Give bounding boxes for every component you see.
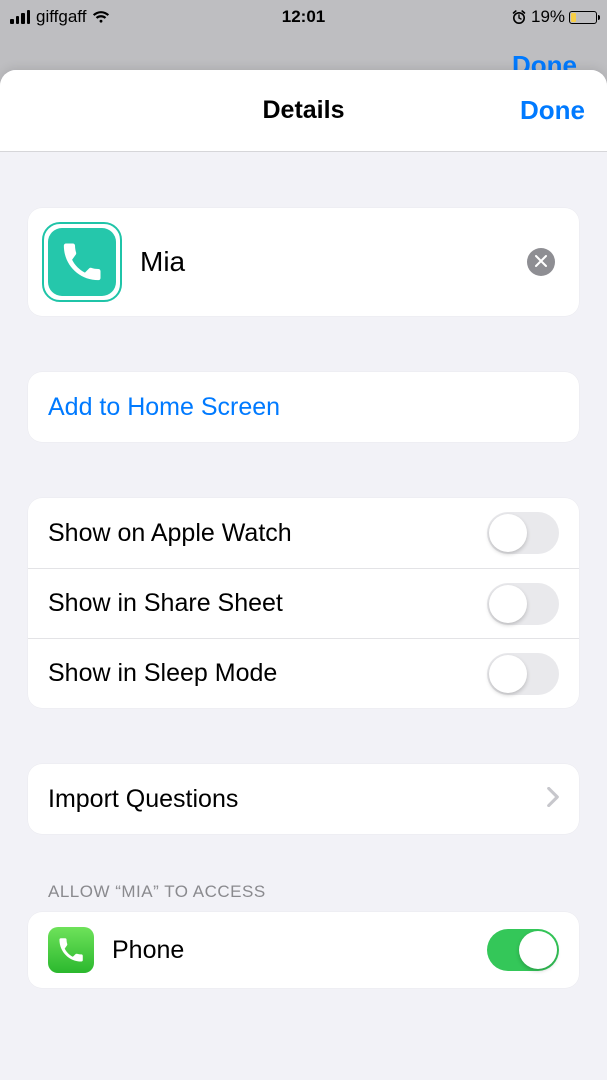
- clock-label: 12:01: [206, 7, 402, 27]
- import-questions-group: Import Questions: [28, 764, 579, 834]
- phone-icon: [48, 228, 116, 296]
- import-questions-button[interactable]: Import Questions: [28, 764, 579, 834]
- add-to-home-label: Add to Home Screen: [48, 393, 559, 422]
- apple-watch-row: Show on Apple Watch: [28, 498, 579, 568]
- wifi-icon: [92, 10, 110, 24]
- access-section-header: ALLOW “MIA” TO ACCESS: [28, 882, 579, 912]
- carrier-label: giffgaff: [36, 7, 86, 27]
- access-group: Phone: [28, 912, 579, 988]
- page-title: Details: [263, 96, 345, 125]
- visibility-toggle-group: Show on Apple Watch Show in Share Sheet …: [28, 498, 579, 708]
- share-sheet-toggle[interactable]: [487, 583, 559, 625]
- details-sheet: Details Done: [0, 70, 607, 1080]
- add-home-group: Add to Home Screen: [28, 372, 579, 442]
- sleep-mode-row: Show in Sleep Mode: [28, 638, 579, 708]
- sleep-mode-toggle[interactable]: [487, 653, 559, 695]
- share-sheet-row: Show in Share Sheet: [28, 568, 579, 638]
- shortcut-name-input[interactable]: [140, 246, 527, 278]
- phone-access-label: Phone: [112, 936, 487, 965]
- cellular-signal-icon: [10, 10, 30, 24]
- status-bar: giffgaff 12:01 19%: [0, 0, 607, 30]
- chevron-right-icon: [547, 787, 559, 812]
- apple-watch-label: Show on Apple Watch: [48, 519, 487, 548]
- shortcut-name-group: [28, 208, 579, 316]
- done-button[interactable]: Done: [520, 95, 585, 126]
- battery-percent-label: 19%: [531, 7, 565, 27]
- phone-access-toggle[interactable]: [487, 929, 559, 971]
- clear-text-button[interactable]: [527, 248, 555, 276]
- close-icon: [535, 255, 547, 270]
- import-questions-label: Import Questions: [48, 785, 547, 814]
- share-sheet-label: Show in Share Sheet: [48, 589, 487, 618]
- shortcut-name-cell: [28, 208, 579, 316]
- alarm-icon: [511, 9, 527, 25]
- nav-bar: Details Done: [0, 70, 607, 152]
- add-to-home-screen-button[interactable]: Add to Home Screen: [28, 372, 579, 442]
- apple-watch-toggle[interactable]: [487, 512, 559, 554]
- shortcut-icon-button[interactable]: [42, 222, 122, 302]
- phone-access-row: Phone: [28, 912, 579, 988]
- sleep-mode-label: Show in Sleep Mode: [48, 659, 487, 688]
- phone-app-icon: [48, 927, 94, 973]
- battery-icon: [569, 11, 597, 24]
